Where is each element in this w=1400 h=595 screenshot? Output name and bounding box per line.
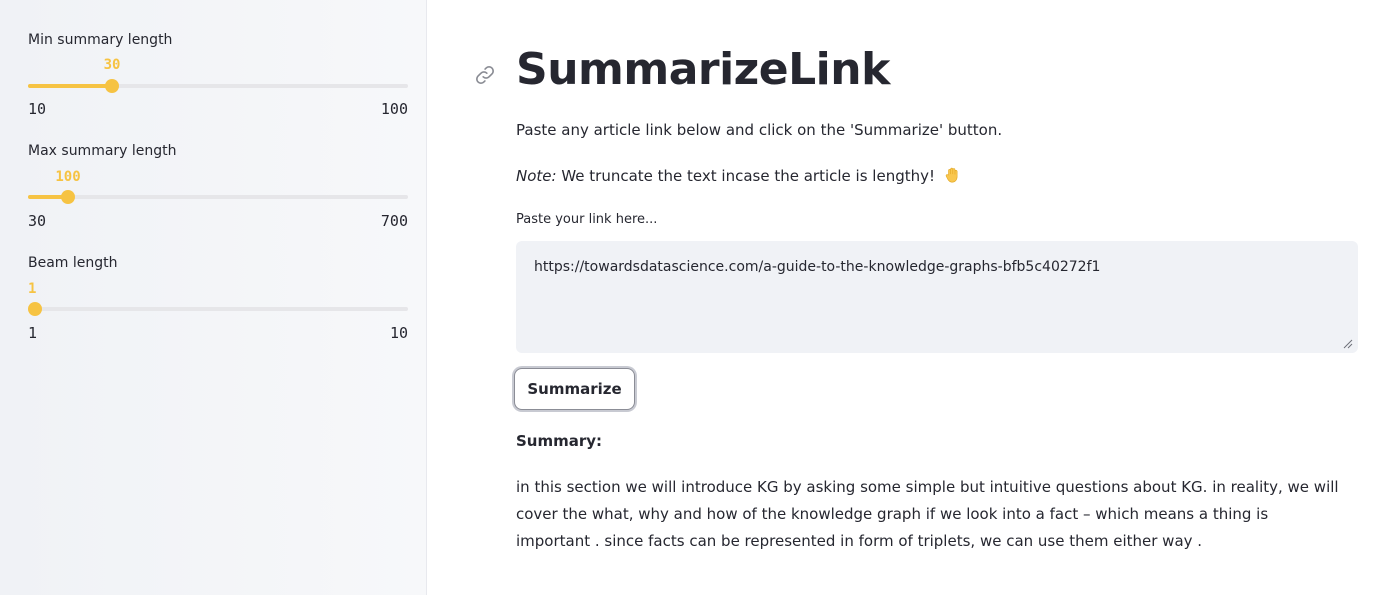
slider-thumb[interactable] — [61, 190, 75, 204]
note-body: We truncate the text incase the article … — [556, 167, 935, 185]
slider-min: 10 — [28, 100, 47, 118]
slider-track[interactable] — [28, 79, 408, 93]
slider-min: 1 — [28, 324, 38, 342]
summarize-button[interactable]: Summarize — [514, 368, 635, 410]
slider-min: 30 — [28, 212, 47, 230]
link-textarea[interactable] — [516, 241, 1358, 353]
page-title: SummarizeLink — [516, 44, 890, 95]
slider-value: 100 — [55, 169, 81, 185]
slider-max: 10 — [389, 324, 408, 342]
summary-heading: Summary: — [516, 432, 603, 450]
raised-hand-icon — [945, 167, 958, 183]
slider-thumb[interactable] — [105, 79, 119, 93]
slider-label: Beam length — [28, 255, 118, 271]
slider-max: 100 — [380, 100, 408, 118]
note-text: Note: We truncate the text incase the ar… — [516, 166, 962, 185]
slider-value: 1 — [28, 281, 37, 297]
slider-track[interactable] — [28, 302, 408, 316]
sidebar: Min summary length 30 10 100 Max summary… — [0, 0, 427, 595]
slider-value: 30 — [103, 57, 121, 73]
slider-track[interactable] — [28, 190, 408, 204]
note-label: Note: — [516, 167, 557, 185]
link-icon[interactable] — [474, 64, 496, 86]
slider-label: Min summary length — [28, 32, 173, 48]
summary-text: in this section we will introduce KG by … — [516, 478, 1339, 550]
slider-fill — [28, 84, 112, 88]
slider-label: Max summary length — [28, 143, 177, 159]
slider-max: 700 — [380, 212, 408, 230]
slider-thumb[interactable] — [28, 302, 42, 316]
link-input-label: Paste your link here... — [516, 212, 658, 227]
intro-text: Paste any article link below and click o… — [516, 121, 1003, 139]
resize-handle-icon[interactable] — [1343, 339, 1353, 349]
